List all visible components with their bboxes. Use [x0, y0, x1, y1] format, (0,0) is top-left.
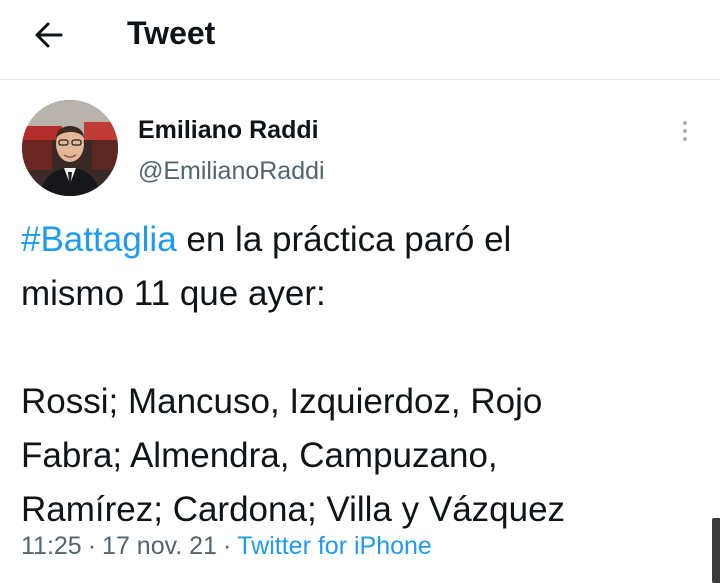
- author-display-name[interactable]: Emiliano Raddi: [138, 115, 319, 145]
- tweet-line-text: en la práctica paró el: [176, 220, 512, 259]
- tweet-date[interactable]: 17 nov. 21: [102, 532, 217, 560]
- hashtag-link[interactable]: #Battaglia: [21, 220, 177, 259]
- tweet-line: Fabra; Almendra, Campuzano,: [21, 436, 498, 475]
- avatar-image: [22, 100, 118, 196]
- tweet-line: Rossi; Mancuso, Izquierdoz, Rojo: [21, 382, 543, 421]
- more-vertical-icon: [683, 121, 687, 125]
- source-link[interactable]: Twitter for iPhone: [237, 532, 432, 560]
- back-button[interactable]: [28, 14, 70, 56]
- tweet-line: Ramírez; Cardona; Villa y Vázquez: [21, 490, 566, 529]
- separator: ·: [87, 532, 97, 560]
- tweet-text: #Battaglia en la práctica paró el mismo …: [21, 213, 701, 537]
- tweet-line: mismo 11 que ayer:: [21, 274, 326, 313]
- top-bar: Tweet: [0, 0, 720, 80]
- more-options-button[interactable]: [672, 114, 698, 148]
- page-title: Tweet: [127, 15, 216, 51]
- separator: ·: [222, 532, 232, 560]
- author-handle[interactable]: @EmilianoRaddi: [138, 156, 325, 186]
- scrollbar-thumb[interactable]: [712, 518, 720, 583]
- avatar[interactable]: [22, 100, 118, 196]
- tweet-line: #Battaglia en la práctica paró el: [21, 213, 701, 267]
- arrow-left-icon: [35, 22, 63, 48]
- tweet-metadata: 11:25 · 17 nov. 21 · Twitter for iPhone: [21, 530, 432, 562]
- tweet-time[interactable]: 11:25: [21, 532, 82, 560]
